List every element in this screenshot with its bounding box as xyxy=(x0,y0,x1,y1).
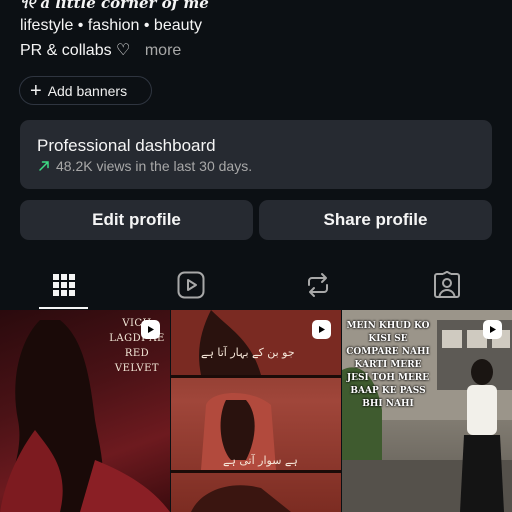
bio-tagline: ૧୧ a little corner of me xyxy=(20,0,209,12)
tab-grid[interactable] xyxy=(19,262,109,308)
post-urdu-caption-top: جو بن کے بہار آتا ہے xyxy=(201,346,295,359)
dashboard-subtitle: 48.2K views in the last 30 days. xyxy=(38,158,252,174)
add-banners-label: Add banners xyxy=(47,82,128,99)
tab-reposts[interactable] xyxy=(273,262,363,308)
plus-icon: + xyxy=(30,79,42,102)
post-thumbnail[interactable]: Mein Khud Ko Kisi Se Compare Nahi Karti … xyxy=(342,310,512,512)
post-urdu-caption-bottom: ہے سوار آتی ہے xyxy=(223,454,298,467)
tab-reels[interactable] xyxy=(146,262,236,308)
tagged-person-icon xyxy=(434,271,460,298)
bio-pr-line: PR & collabs ♡ more xyxy=(20,40,181,60)
reel-badge-icon xyxy=(483,320,502,339)
edit-profile-button[interactable]: Edit profile xyxy=(20,200,253,240)
professional-dashboard-card[interactable]: Professional dashboard 48.2K views in th… xyxy=(20,120,492,189)
profile-tabs xyxy=(0,262,512,310)
add-banners-button[interactable]: + Add banners xyxy=(19,76,152,105)
woman-back-photo xyxy=(171,310,341,512)
bio-pr-text: PR & collabs ♡ xyxy=(20,42,131,59)
bio-categories: lifestyle • fashion • beauty xyxy=(20,17,202,34)
dashboard-views-text: 48.2K views in the last 30 days. xyxy=(56,158,253,174)
bio-more-link[interactable]: more xyxy=(145,42,181,59)
grid-icon xyxy=(53,274,75,296)
trend-up-icon xyxy=(39,161,49,171)
tab-tagged[interactable] xyxy=(402,262,492,308)
post-thumbnail[interactable]: Vich Lagdi Ae Red Velvet xyxy=(0,310,170,512)
dashboard-title: Professional dashboard xyxy=(37,136,216,155)
post-thumbnail[interactable]: جو بن کے بہار آتا ہے ہے سوار آتی ہے xyxy=(171,310,341,512)
active-tab-indicator xyxy=(39,307,88,309)
reels-icon xyxy=(177,271,205,299)
post-overlay-text: Mein Khud Ko Kisi Se Compare Nahi Karti … xyxy=(346,321,430,409)
reel-badge-icon xyxy=(312,320,331,339)
repost-icon xyxy=(308,273,328,297)
reel-badge-icon xyxy=(141,320,160,339)
share-profile-button[interactable]: Share profile xyxy=(259,200,492,240)
posts-grid: Vich Lagdi Ae Red Velvet جو بن کے بہار آ… xyxy=(0,310,512,512)
